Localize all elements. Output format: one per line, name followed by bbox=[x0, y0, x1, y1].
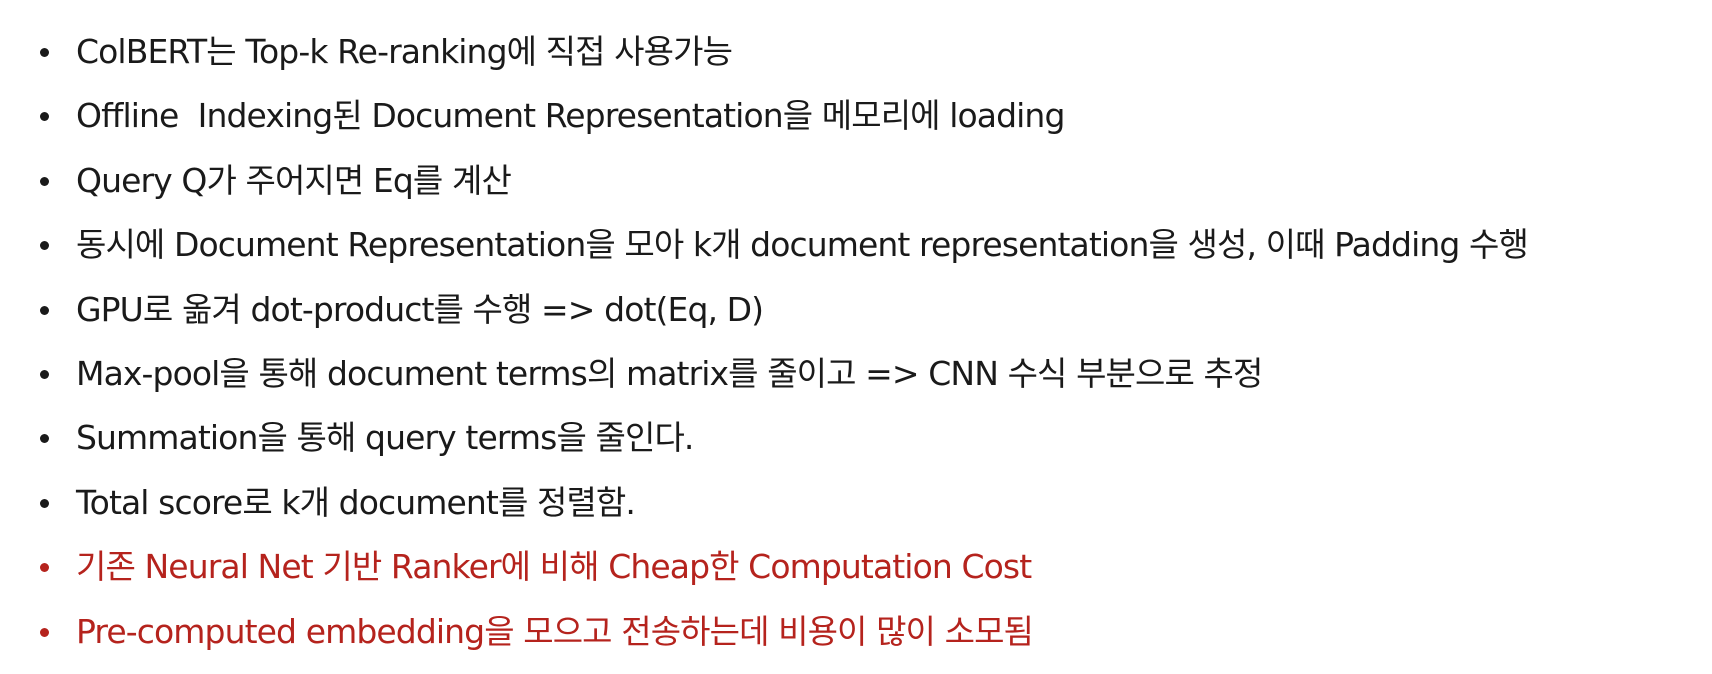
bullet-dot-icon bbox=[40, 48, 49, 57]
bullet-text: 동시에 Document Representation을 모아 k개 docum… bbox=[76, 225, 1529, 265]
bullet-text: ColBERT는 Top-k Re-ranking에 직접 사용가능 bbox=[76, 32, 733, 71]
bullet-text: Max-pool을 통해 document terms의 matrix를 줄이고… bbox=[76, 353, 1263, 393]
bullet-dot-icon bbox=[40, 563, 49, 573]
bullet-text: GPU로 옮겨 dot-product를 수행 => dot(Eq, D) bbox=[76, 289, 764, 329]
bullet-item: Max-pool을 통해 document terms의 matrix를 줄이고… bbox=[36, 342, 1696, 406]
bullet-item-highlighted: Pre-computed embedding을 모으고 전송하는데 비용이 많이… bbox=[36, 600, 1696, 664]
slide: ColBERT는 Top-k Re-ranking에 직접 사용가능 Offli… bbox=[0, 0, 1712, 674]
bullet-text: Offline Indexing된 Document Representatio… bbox=[76, 96, 1065, 136]
bullet-dot-icon bbox=[40, 369, 49, 379]
bullet-dot-icon bbox=[40, 305, 49, 315]
bullet-item: Query Q가 주어지면 Eq를 계산 bbox=[36, 149, 1696, 213]
bullet-item-highlighted: 기존 Neural Net 기반 Ranker에 비해 Cheap한 Compu… bbox=[36, 535, 1696, 599]
bullet-item: Offline Indexing된 Document Representatio… bbox=[36, 84, 1696, 148]
bullet-dot-icon bbox=[40, 176, 49, 186]
bullet-item: 동시에 Document Representation을 모아 k개 docum… bbox=[36, 213, 1696, 277]
bullet-list: ColBERT는 Top-k Re-ranking에 직접 사용가능 Offli… bbox=[36, 20, 1696, 664]
bullet-dot-icon bbox=[40, 434, 49, 444]
bullet-text: Query Q가 주어지면 Eq를 계산 bbox=[76, 160, 512, 200]
bullet-text: 기존 Neural Net 기반 Ranker에 비해 Cheap한 Compu… bbox=[76, 547, 1032, 587]
bullet-dot-icon bbox=[40, 627, 49, 637]
bullet-item: Total score로 k개 document를 정렬함. bbox=[36, 471, 1696, 535]
bullet-text: Pre-computed embedding을 모으고 전송하는데 비용이 많이… bbox=[76, 611, 1034, 651]
bullet-text: Total score로 k개 document를 정렬함. bbox=[76, 482, 636, 522]
bullet-dot-icon bbox=[40, 112, 49, 122]
bullet-item: Summation을 통해 query terms을 줄인다. bbox=[36, 406, 1696, 470]
bullet-dot-icon bbox=[40, 498, 49, 508]
bullet-dot-icon bbox=[40, 241, 49, 251]
bullet-item: ColBERT는 Top-k Re-ranking에 직접 사용가능 bbox=[36, 20, 1696, 84]
bullet-item: GPU로 옮겨 dot-product를 수행 => dot(Eq, D) bbox=[36, 278, 1696, 342]
bullet-text: Summation을 통해 query terms을 줄인다. bbox=[76, 418, 694, 458]
